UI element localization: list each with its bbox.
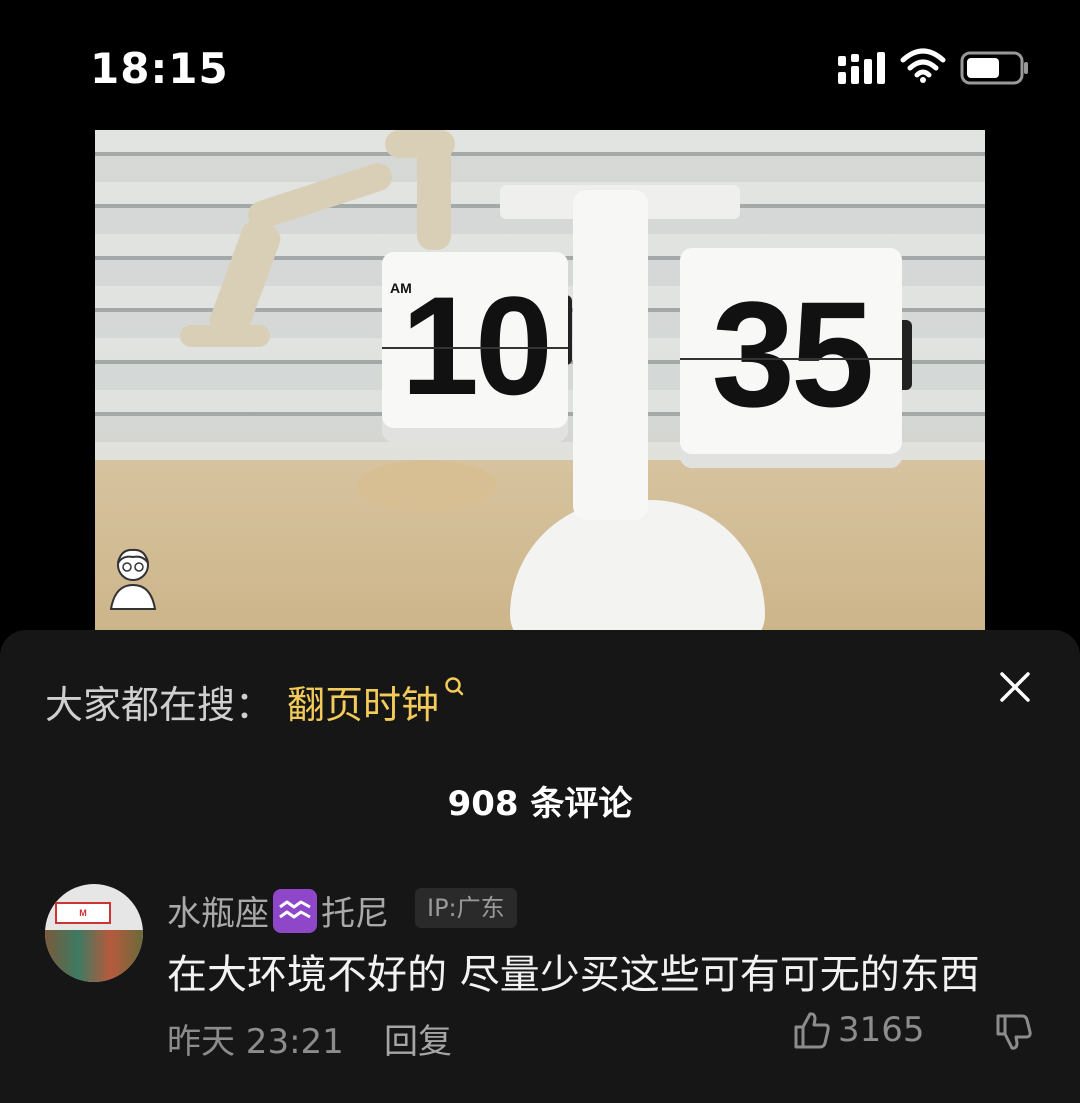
- creator-avatar-icon[interactable]: [107, 545, 159, 611]
- avatar-shopfront: [45, 930, 143, 982]
- reply-button[interactable]: 回复: [384, 1014, 452, 1063]
- comment-item: M 水瓶座 托尼 IP:广东 在大环境不好的 尽量少买这些可有可无的东西 昨天 …: [0, 880, 1080, 1100]
- comment-text: 在大环境不好的 尽量少买这些可有可无的东西: [167, 952, 980, 998]
- username-part2: 托尼: [321, 894, 389, 934]
- like-button[interactable]: 3165: [792, 1010, 925, 1056]
- comments-count: 908 条评论: [447, 784, 633, 824]
- thumbs-up-icon: [794, 1012, 830, 1049]
- trending-search-term[interactable]: 翻页时钟: [287, 683, 439, 727]
- battery-icon: [960, 51, 1028, 85]
- mannequin-stand: [357, 460, 497, 512]
- comment-timestamp: 昨天 23:21: [167, 1022, 344, 1062]
- status-bar: 18:15: [0, 0, 1080, 120]
- thumbs-down-icon[interactable]: [995, 1012, 1033, 1052]
- flip-divider: [680, 358, 902, 360]
- avatar[interactable]: M: [45, 884, 143, 982]
- avatar-shop-sign: M: [55, 902, 111, 924]
- comments-panel: 大家都在搜： 翻页时钟 908 条评论 M 水瓶座 托尼 IP:广东 在大环境不好…: [0, 630, 1080, 1103]
- video-player[interactable]: AM 10 35: [95, 130, 985, 630]
- cellular-signal-icon: [838, 52, 885, 84]
- wooden-mannequin-foot: [180, 325, 270, 347]
- trending-search-label: 大家都在搜：: [45, 683, 274, 727]
- clock-pole: [573, 190, 648, 520]
- flip-divider: [382, 347, 568, 349]
- search-icon: [445, 677, 464, 696]
- aquarius-icon: [273, 889, 317, 933]
- flip-card-hours: AM 10: [382, 252, 568, 442]
- trending-search[interactable]: 大家都在搜： 翻页时钟: [45, 674, 465, 729]
- like-count: 3165: [838, 1010, 925, 1050]
- close-icon[interactable]: [998, 670, 1032, 704]
- wifi-icon: [900, 48, 946, 83]
- comment-username[interactable]: 水瓶座 托尼: [167, 886, 389, 935]
- flip-card-minutes: 35: [680, 248, 902, 468]
- wooden-mannequin-thigh: [417, 140, 451, 250]
- username-part1: 水瓶座: [167, 894, 269, 934]
- ip-location-badge: IP:广东: [415, 888, 517, 928]
- status-time: 18:15: [90, 44, 229, 93]
